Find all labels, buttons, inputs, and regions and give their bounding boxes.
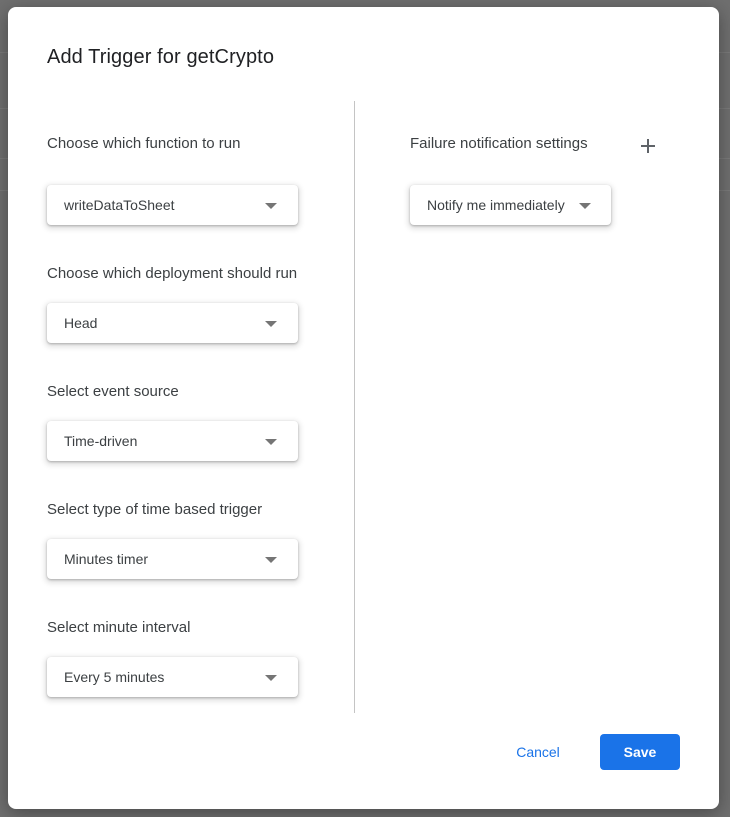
plus-icon	[641, 139, 655, 153]
dropdown-arrow-icon	[265, 557, 277, 563]
failure-notification-label: Failure notification settings	[410, 135, 588, 152]
deployment-select-value: Head	[64, 315, 98, 331]
deployment-label: Choose which deployment should run	[47, 265, 298, 282]
failure-notification-select[interactable]: Notify me immediately	[410, 185, 611, 225]
add-notification-button[interactable]	[636, 134, 660, 158]
function-select-value: writeDataToSheet	[64, 197, 175, 213]
minute-interval-select[interactable]: Every 5 minutes	[47, 657, 298, 697]
add-trigger-dialog: Add Trigger for getCrypto Choose which f…	[8, 7, 719, 809]
event-source-label: Select event source	[47, 383, 179, 400]
trigger-type-label: Select type of time based trigger	[47, 501, 263, 518]
trigger-type-select[interactable]: Minutes timer	[47, 539, 298, 579]
event-source-select-value: Time-driven	[64, 433, 138, 449]
cancel-button[interactable]: Cancel	[503, 734, 573, 770]
dropdown-arrow-icon	[265, 321, 277, 327]
minute-interval-select-value: Every 5 minutes	[64, 669, 165, 685]
failure-notification-select-value: Notify me immediately	[427, 197, 565, 213]
dropdown-arrow-icon	[265, 439, 277, 445]
dialog-title: Add Trigger for getCrypto	[47, 46, 275, 68]
save-button[interactable]: Save	[600, 734, 680, 770]
deployment-select[interactable]: Head	[47, 303, 298, 343]
column-divider	[354, 101, 355, 713]
dropdown-arrow-icon	[579, 203, 591, 209]
trigger-type-select-value: Minutes timer	[64, 551, 149, 567]
event-source-select[interactable]: Time-driven	[47, 421, 298, 461]
dropdown-arrow-icon	[265, 675, 277, 681]
function-select[interactable]: writeDataToSheet	[47, 185, 298, 225]
function-label: Choose which function to run	[47, 135, 241, 152]
minute-interval-label: Select minute interval	[47, 619, 191, 636]
dropdown-arrow-icon	[265, 203, 277, 209]
